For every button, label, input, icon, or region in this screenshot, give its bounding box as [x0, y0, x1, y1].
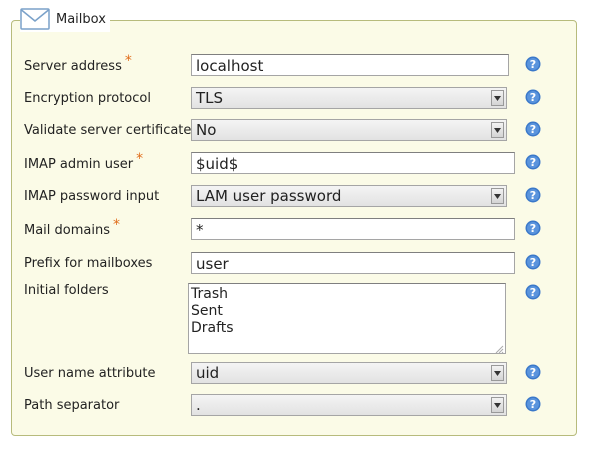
selected-value: TLS — [196, 89, 224, 107]
encryption-protocol-label: Encryption protocol — [24, 91, 151, 106]
server-address-input[interactable]: localhost — [191, 54, 509, 76]
fieldset-title: Mailbox — [56, 11, 106, 27]
validate-certificate-label: Validate server certificate — [24, 123, 192, 138]
path-separator-label: Path separator — [24, 398, 120, 413]
dropdown-arrow-icon — [491, 188, 504, 204]
row-mail-domains: Mail domains * * ? — [0, 217, 593, 242]
help-icon[interactable]: ? — [525, 121, 541, 137]
server-address-label: Server address * — [24, 53, 132, 74]
encryption-protocol-select[interactable]: TLS — [191, 87, 507, 109]
help-icon[interactable]: ? — [525, 56, 541, 72]
mailbox-legend: Mailbox — [20, 6, 110, 32]
prefix-mailboxes-input[interactable]: user — [191, 252, 515, 274]
help-icon[interactable]: ? — [525, 154, 541, 170]
prefix-mailboxes-label: Prefix for mailboxes — [24, 256, 153, 271]
row-imap-password-input: IMAP password input LAM user password ? — [0, 185, 593, 209]
help-icon[interactable]: ? — [525, 364, 541, 380]
svg-text:?: ? — [530, 398, 536, 411]
initial-folders-label: Initial folders — [24, 283, 109, 298]
row-initial-folders: Initial folders Trash Sent Drafts ? — [0, 283, 593, 354]
svg-text:?: ? — [530, 156, 536, 169]
row-validate-certificate: Validate server certificate No ? — [0, 119, 593, 143]
textarea-value: Trash Sent Drafts — [191, 286, 234, 336]
required-marker: * — [124, 53, 132, 69]
row-prefix-mailboxes: Prefix for mailboxes user ? — [0, 252, 593, 276]
svg-text:?: ? — [530, 189, 536, 202]
dropdown-arrow-icon — [491, 397, 504, 413]
row-user-name-attribute: User name attribute uid ? — [0, 362, 593, 386]
imap-admin-user-input[interactable]: $uid$ — [191, 152, 515, 174]
user-name-attribute-select[interactable]: uid — [191, 362, 507, 384]
row-encryption-protocol: Encryption protocol TLS ? — [0, 87, 593, 111]
mail-domains-label: Mail domains * — [24, 217, 120, 238]
dropdown-arrow-icon — [491, 122, 504, 138]
initial-folders-textarea[interactable]: Trash Sent Drafts — [188, 283, 506, 354]
help-icon[interactable]: ? — [525, 220, 541, 236]
svg-text:?: ? — [530, 123, 536, 136]
svg-text:?: ? — [530, 58, 536, 71]
help-icon[interactable]: ? — [525, 187, 541, 203]
help-icon[interactable]: ? — [525, 396, 541, 412]
selected-value: No — [196, 121, 217, 139]
mail-envelope-icon — [20, 8, 50, 30]
required-marker: * — [113, 217, 120, 233]
help-icon[interactable]: ? — [525, 254, 541, 270]
row-imap-admin-user: IMAP admin user * $uid$ ? — [0, 151, 593, 176]
row-server-address: Server address * localhost ? — [0, 53, 593, 78]
svg-text:?: ? — [530, 286, 536, 299]
selected-value: . — [196, 396, 201, 414]
user-name-attribute-label: User name attribute — [24, 366, 156, 381]
selected-value: LAM user password — [196, 187, 342, 205]
svg-text:?: ? — [530, 91, 536, 104]
svg-text:?: ? — [530, 256, 536, 269]
imap-password-input-label: IMAP password input — [24, 189, 160, 204]
imap-password-input-select[interactable]: LAM user password — [191, 185, 507, 207]
svg-text:?: ? — [530, 366, 536, 379]
path-separator-select[interactable]: . — [191, 394, 507, 416]
help-icon[interactable]: ? — [525, 89, 541, 105]
mail-domains-input[interactable]: * — [191, 218, 515, 240]
svg-text:?: ? — [530, 222, 536, 235]
resize-grip-icon[interactable] — [494, 342, 504, 354]
dropdown-arrow-icon — [491, 90, 504, 106]
dropdown-arrow-icon — [491, 365, 504, 381]
help-icon[interactable]: ? — [525, 284, 541, 300]
validate-certificate-select[interactable]: No — [191, 119, 507, 141]
required-marker: * — [136, 151, 144, 167]
imap-admin-user-label: IMAP admin user * — [24, 151, 144, 172]
row-path-separator: Path separator . ? — [0, 394, 593, 418]
selected-value: uid — [196, 364, 220, 382]
